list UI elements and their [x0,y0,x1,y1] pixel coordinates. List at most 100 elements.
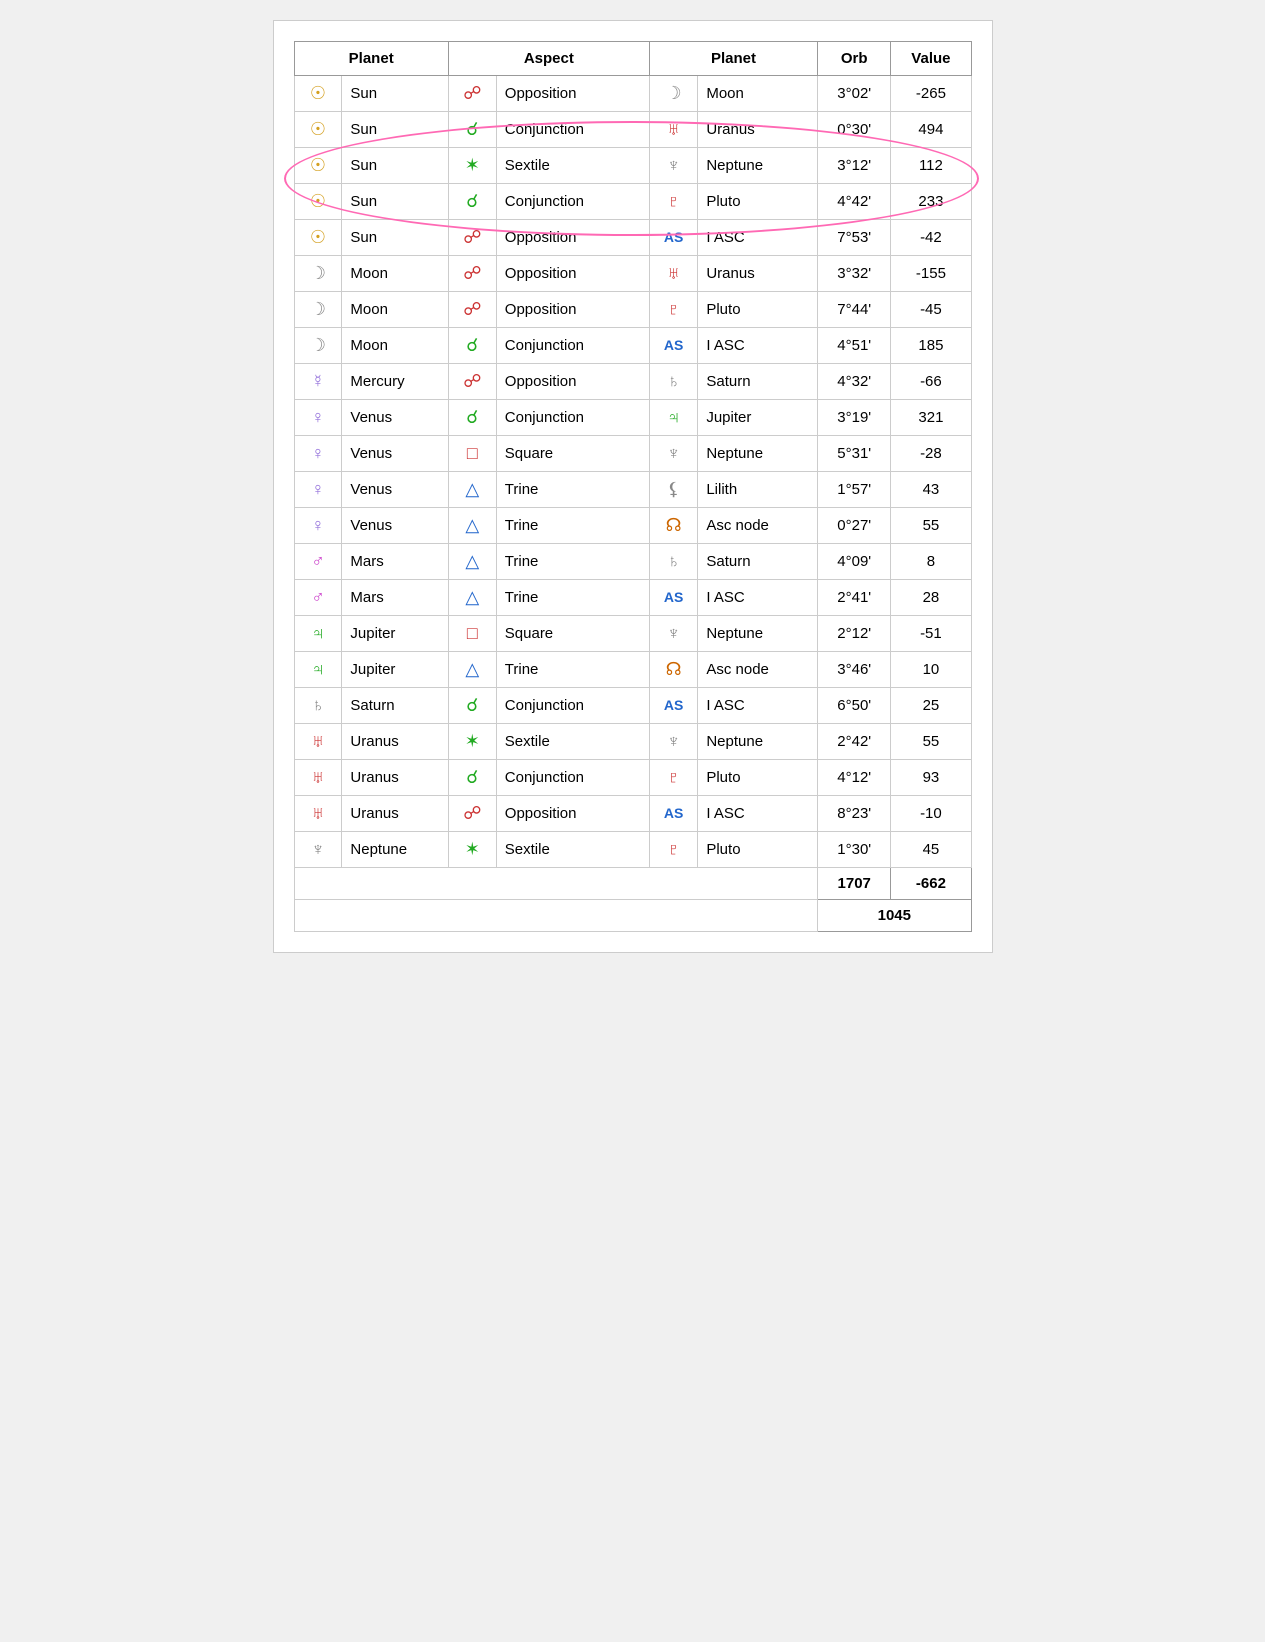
table-row: ♂Mars△Trine♄Saturn4°09'8 [294,544,971,580]
planet2-symbol: ♅ [667,263,681,283]
orb-value: 1°57' [818,472,891,508]
aspect-name: Opposition [496,364,649,400]
table-row: ♄Saturn☌ConjunctionASI ASC6°50'25 [294,688,971,724]
planet1-name: Venus [342,472,448,508]
aspect-value: 494 [891,112,971,148]
planet1-symbol: ♃ [311,659,325,679]
footer-neg: -662 [891,868,971,900]
planet2-name: Moon [698,76,818,112]
orb-value: 4°12' [818,760,891,796]
aspect-name: Square [496,436,649,472]
planet1-symbol: ♂ [311,551,325,571]
planet1-symbol: ♂ [311,587,325,607]
header-value: Value [891,42,971,76]
orb-value: 5°31' [818,436,891,472]
planet1-symbol: ☉ [310,155,326,175]
table-row: ☽Moon☌ConjunctionASI ASC4°51'185 [294,328,971,364]
planet2-name: I ASC [698,580,818,616]
planet2-symbol: ♆ [667,155,681,175]
planet2-name: Pluto [698,292,818,328]
planet1-symbol: ♀ [311,479,325,499]
orb-value: 1°30' [818,832,891,868]
planet2-symbol: AS [664,589,683,605]
table-row: ♅Uranus☍OppositionASI ASC8°23'-10 [294,796,971,832]
planet1-symbol: ♅ [311,731,325,751]
footer-pos: 1707 [818,868,891,900]
planet1-name: Jupiter [342,616,448,652]
planet2-symbol: ♆ [667,731,681,751]
table-row: ♀Venus□Square♆Neptune5°31'-28 [294,436,971,472]
aspect-symbol: △ [465,551,479,571]
aspect-value: 8 [891,544,971,580]
table-row: ♂ Mars △ Trine AS I ASC2°41'28 [294,580,971,616]
planet2-symbol: ♇ [667,767,681,787]
planet1-symbol: ♅ [311,767,325,787]
planet2-symbol: ⚸ [667,479,680,499]
table-row: ☉Sun✶Sextile♆Neptune3°12'112 [294,148,971,184]
aspect-value: 28 [891,580,971,616]
table-row: ♅Uranus☌Conjunction♇Pluto4°12'93 [294,760,971,796]
planet2-name: Uranus [698,112,818,148]
aspect-value: 112 [891,148,971,184]
aspect-value: -28 [891,436,971,472]
planet2-name: Pluto [698,760,818,796]
aspect-name: Conjunction [496,688,649,724]
planet1-symbol: ♀ [311,515,325,535]
planet2-name: Pluto [698,832,818,868]
header-aspect: Aspect [448,42,649,76]
table-row: ♀Venus△Trine⚸Lilith1°57'43 [294,472,971,508]
planet1-symbol: ♄ [311,695,325,715]
aspect-symbol: ✶ [465,155,480,175]
aspect-name: Trine [496,544,649,580]
aspect-name: Opposition [496,220,649,256]
orb-value: 0°27' [818,508,891,544]
aspect-name: Sextile [496,832,649,868]
aspect-value: -155 [891,256,971,292]
aspect-name: Conjunction [496,112,649,148]
table-row: ♆Neptune✶Sextile♇Pluto1°30'45 [294,832,971,868]
aspect-value: 185 [891,328,971,364]
aspect-name: Opposition [496,256,649,292]
planet2-name: Uranus [698,256,818,292]
aspect-symbol: ☌ [466,407,478,427]
table-row: ☽Moon☍Opposition♇Pluto7°44'-45 [294,292,971,328]
table-row: ♀Venus☌Conjunction♃Jupiter3°19'321 [294,400,971,436]
planet2-name: Saturn [698,364,818,400]
planet2-name: Asc node [698,508,818,544]
planet1-name: Saturn [342,688,448,724]
aspect-symbol: ✶ [465,839,480,859]
aspect-symbol: △ [465,515,479,535]
planet2-symbol: ♃ [667,407,681,427]
aspect-value: 55 [891,724,971,760]
planet2-name: Neptune [698,616,818,652]
planet1-name: Mars [342,580,448,616]
planet1-symbol: ☽ [310,263,326,283]
aspect-name: Sextile [496,724,649,760]
orb-value: 6°50' [818,688,891,724]
orb-value: 3°02' [818,76,891,112]
orb-value: 4°32' [818,364,891,400]
aspect-name: Trine [496,580,649,616]
table-row: ☿Mercury☍Opposition♄Saturn4°32'-66 [294,364,971,400]
orb-value: 3°12' [818,148,891,184]
aspect-name: Trine [496,508,649,544]
planet1-symbol: ☽ [310,335,326,355]
planet1-symbol: ♃ [311,623,325,643]
aspect-symbol: △ [465,659,479,679]
planet2-symbol: ♆ [667,443,681,463]
planet1-name: Sun [342,76,448,112]
planet1-symbol: ☿ [311,371,325,391]
planet2-symbol: ☽ [666,83,682,103]
aspect-value: 43 [891,472,971,508]
aspect-symbol: ☍ [463,227,481,247]
planet2-symbol: ♄ [667,551,681,571]
orb-value: 7°53' [818,220,891,256]
planet1-symbol: ♅ [311,803,325,823]
aspect-name: Conjunction [496,328,649,364]
planet1-name: Sun [342,220,448,256]
orb-value: 2°41' [818,580,891,616]
aspect-symbol: △ [465,587,479,607]
planet1-name: Uranus [342,796,448,832]
planet2-name: I ASC [698,688,818,724]
planet1-symbol: ☉ [310,119,326,139]
